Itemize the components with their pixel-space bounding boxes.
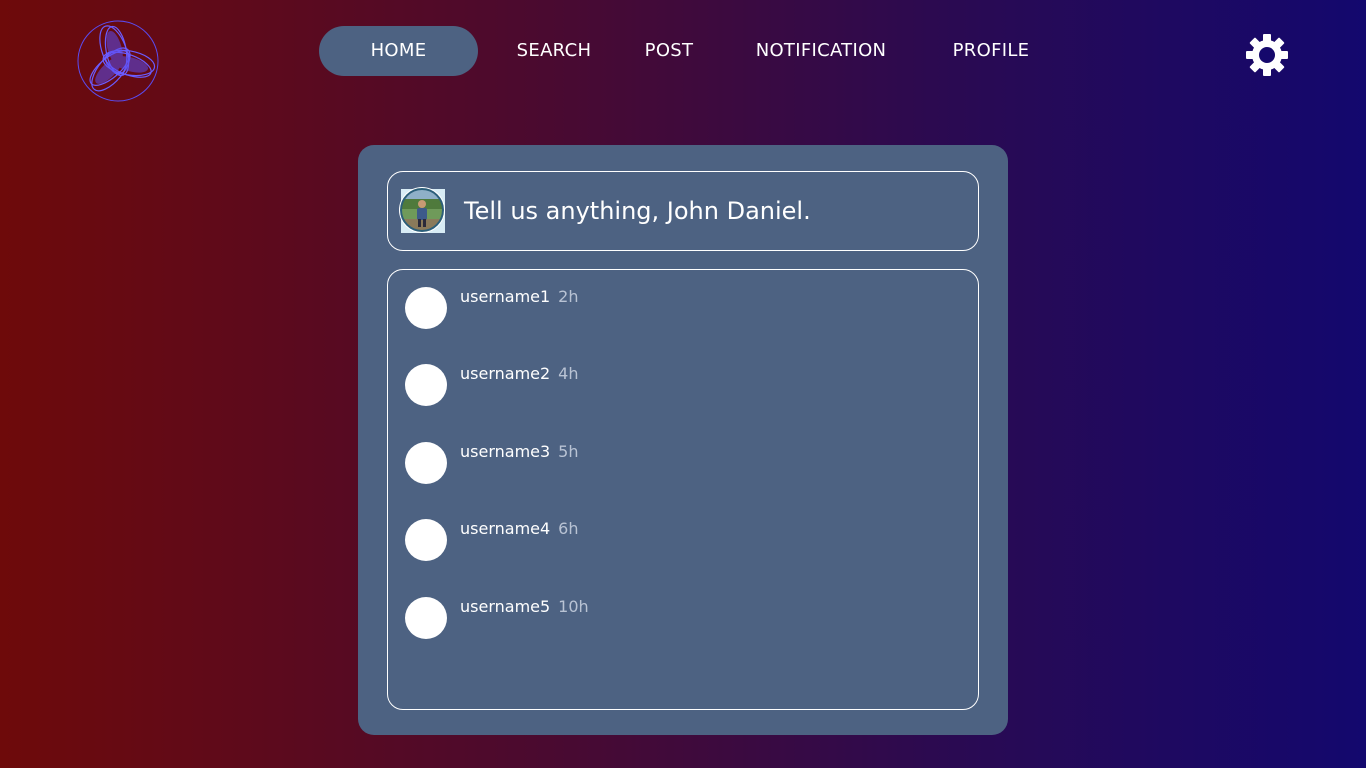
feed-item[interactable]: username2 4h [405, 347, 965, 406]
nav-post[interactable]: POST [636, 26, 702, 76]
main-nav: HOME SEARCH POST NOTIFICATION PROFILE [0, 26, 1366, 76]
feed-meta: username4 6h [460, 519, 579, 539]
feed-avatar [405, 364, 447, 406]
feed-username[interactable]: username1 [460, 287, 550, 306]
feed-username[interactable]: username4 [460, 519, 550, 538]
feed-username[interactable]: username3 [460, 442, 550, 461]
nav-home[interactable]: HOME [319, 26, 478, 76]
activity-feed: username1 2h username2 4h username3 5h user… [387, 269, 979, 710]
feed-item[interactable]: username4 6h [405, 502, 965, 561]
user-avatar [399, 187, 445, 233]
feed-timestamp: 5h [558, 442, 579, 461]
home-feed-panel: Tell us anything, John Daniel. username1… [358, 145, 1008, 735]
post-composer[interactable]: Tell us anything, John Daniel. [387, 171, 979, 251]
nav-profile[interactable]: PROFILE [944, 26, 1038, 76]
feed-meta: username5 10h [460, 597, 589, 617]
feed-item[interactable]: username5 10h [405, 580, 965, 639]
feed-timestamp: 4h [558, 364, 579, 383]
feed-meta: username1 2h [460, 287, 579, 307]
feed-avatar [405, 287, 447, 329]
feed-timestamp: 10h [558, 597, 589, 616]
settings-button[interactable] [1245, 33, 1289, 77]
feed-username[interactable]: username5 [460, 597, 550, 616]
feed-meta: username2 4h [460, 364, 579, 384]
feed-avatar [405, 519, 447, 561]
gear-icon [1246, 34, 1288, 76]
feed-meta: username3 5h [460, 442, 579, 462]
feed-item[interactable]: username1 2h [405, 270, 965, 329]
feed-timestamp: 6h [558, 519, 579, 538]
feed-avatar [405, 597, 447, 639]
feed-timestamp: 2h [558, 287, 579, 306]
nav-notification[interactable]: NOTIFICATION [747, 26, 895, 76]
composer-prompt: Tell us anything, John Daniel. [464, 197, 811, 225]
nav-search[interactable]: SEARCH [508, 26, 600, 76]
feed-username[interactable]: username2 [460, 364, 550, 383]
user-avatar-photo [399, 187, 445, 233]
feed-item[interactable]: username3 5h [405, 425, 965, 484]
feed-avatar [405, 442, 447, 484]
